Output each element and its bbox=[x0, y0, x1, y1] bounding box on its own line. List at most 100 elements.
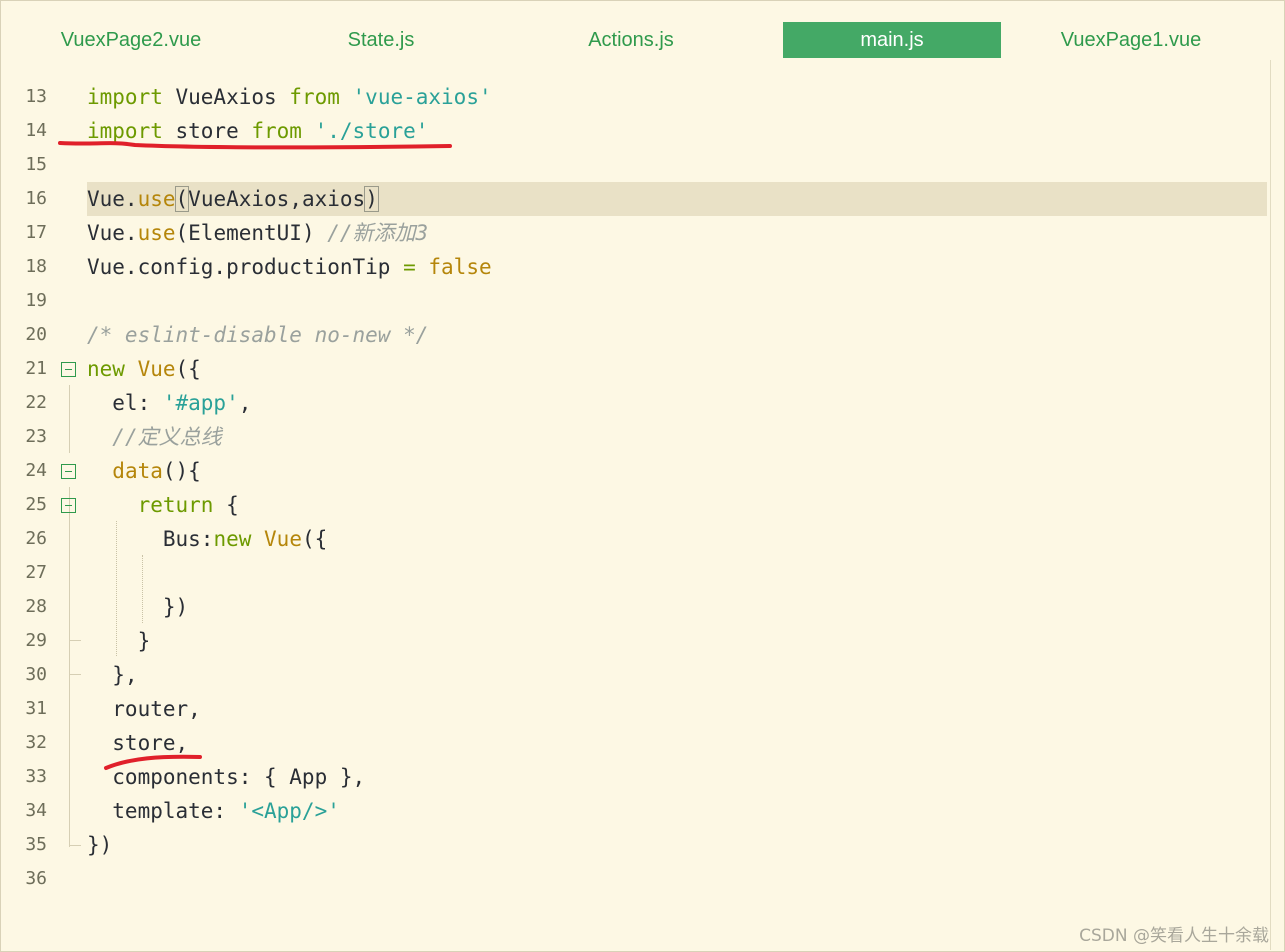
code-text: } bbox=[87, 624, 1267, 658]
watermark: CSDN @笑看人生十余载 bbox=[1079, 926, 1269, 946]
line-number: 21 bbox=[25, 358, 47, 379]
code-token: ( bbox=[174, 186, 190, 212]
code-line[interactable]: 31 router, bbox=[0, 692, 1270, 726]
code-line[interactable]: 22 el: '#app', bbox=[0, 386, 1270, 420]
code-line[interactable]: 13 import VueAxios from 'vue-axios' bbox=[0, 80, 1270, 114]
line-number: 27 bbox=[25, 562, 47, 583]
line-number: 15 bbox=[25, 154, 47, 175]
code-line[interactable]: 32 store, bbox=[0, 726, 1270, 760]
code-token: }, bbox=[87, 663, 138, 687]
code-line[interactable]: 34 template: '<App/>' bbox=[0, 794, 1270, 828]
code-line[interactable]: 14 import store from './store' bbox=[0, 114, 1270, 148]
code-editor[interactable]: 13 import VueAxios from 'vue-axios' 14 impo… bbox=[0, 80, 1270, 900]
code-token: VueAxios,axios bbox=[188, 187, 366, 211]
code-line[interactable]: 23 //定义总线 bbox=[0, 420, 1270, 454]
code-token: new bbox=[213, 527, 252, 551]
code-token: }) bbox=[87, 833, 113, 857]
fold-toggle-icon[interactable] bbox=[61, 498, 76, 513]
code-line[interactable]: 19 bbox=[0, 284, 1270, 318]
code-line[interactable]: 24 data(){ bbox=[0, 454, 1270, 488]
code-line[interactable]: 21 new Vue({ bbox=[0, 352, 1270, 386]
code-token: data bbox=[112, 459, 163, 483]
tab-vuexpage2[interactable]: VuexPage2.vue bbox=[28, 22, 234, 58]
code-token: /* eslint-disable no-new */ bbox=[87, 323, 429, 347]
fold-toggle-icon[interactable] bbox=[61, 464, 76, 479]
code-token: '<App/>' bbox=[238, 799, 340, 823]
code-line[interactable]: 20 /* eslint-disable no-new */ bbox=[0, 318, 1270, 352]
code-token: components: { App }, bbox=[87, 765, 366, 789]
line-number: 35 bbox=[25, 834, 47, 855]
code-token: (ElementUI) bbox=[175, 221, 328, 245]
code-token: import bbox=[87, 119, 163, 143]
code-token: }) bbox=[87, 595, 189, 619]
code-line[interactable]: 15 bbox=[0, 148, 1270, 182]
code-token: 'vue-axios' bbox=[352, 85, 492, 109]
code-token: ) bbox=[364, 186, 379, 212]
code-text: template: '<App/>' bbox=[87, 794, 1267, 828]
code-text: return { bbox=[87, 488, 1267, 522]
code-line[interactable]: 33 components: { App }, bbox=[0, 760, 1270, 794]
line-number: 22 bbox=[25, 392, 47, 413]
code-line[interactable]: 26 Bus:new Vue({ bbox=[0, 522, 1270, 556]
fold-toggle-icon[interactable] bbox=[61, 362, 76, 377]
tab-actions[interactable]: Actions.js bbox=[528, 22, 734, 58]
code-line[interactable]: 18 Vue.config.productionTip = false bbox=[0, 250, 1270, 284]
code-token: return bbox=[137, 493, 214, 517]
code-line[interactable]: 29 } bbox=[0, 624, 1270, 658]
code-token: , bbox=[238, 391, 252, 415]
tab-main[interactable]: main.js bbox=[783, 22, 1001, 58]
code-token: } bbox=[87, 629, 151, 653]
line-number: 25 bbox=[25, 494, 47, 515]
code-line[interactable]: 28 }) bbox=[0, 590, 1270, 624]
line-number: 36 bbox=[25, 868, 47, 889]
code-line[interactable]: 36 bbox=[0, 862, 1270, 896]
code-text: }, bbox=[87, 658, 1267, 692]
code-token: { bbox=[213, 493, 239, 517]
line-number: 33 bbox=[25, 766, 47, 787]
code-line[interactable]: 17 Vue.use(ElementUI) //新添加3 bbox=[0, 216, 1270, 250]
vertical-scrollbar[interactable] bbox=[1270, 60, 1285, 950]
code-token: '#app' bbox=[162, 391, 239, 415]
code-token: store bbox=[162, 119, 252, 143]
line-number: 31 bbox=[25, 698, 47, 719]
code-token: store, bbox=[87, 731, 189, 755]
code-text: Bus:new Vue({ bbox=[87, 522, 1267, 556]
line-number: 24 bbox=[25, 460, 47, 481]
code-token: (){ bbox=[162, 459, 201, 483]
code-line[interactable]: 16 Vue.use(VueAxios,axios) bbox=[0, 182, 1270, 216]
line-number: 19 bbox=[25, 290, 47, 311]
line-number: 17 bbox=[25, 222, 47, 243]
code-line[interactable]: 35}) bbox=[0, 828, 1270, 862]
code-text: }) bbox=[87, 590, 1267, 624]
code-line[interactable]: 30 }, bbox=[0, 658, 1270, 692]
code-token: el: bbox=[87, 391, 163, 415]
code-token: use bbox=[137, 221, 176, 245]
line-number: 34 bbox=[25, 800, 47, 821]
code-line[interactable]: 27 bbox=[0, 556, 1270, 590]
line-number: 28 bbox=[25, 596, 47, 617]
code-token: router, bbox=[87, 697, 201, 721]
tab-vuexpage1[interactable]: VuexPage1.vue bbox=[1028, 22, 1234, 58]
code-text: import store from './store' bbox=[87, 114, 1267, 148]
code-text: import VueAxios from 'vue-axios' bbox=[87, 80, 1267, 114]
code-token: false bbox=[428, 255, 492, 279]
code-token: //定义总线 bbox=[112, 425, 222, 449]
code-token: ({ bbox=[175, 357, 201, 381]
code-line[interactable]: 25 return { bbox=[0, 488, 1270, 522]
line-number: 16 bbox=[25, 188, 47, 209]
line-number: 30 bbox=[25, 664, 47, 685]
code-token: ({ bbox=[301, 527, 328, 551]
line-number: 29 bbox=[25, 630, 47, 651]
code-text: }) bbox=[87, 828, 1267, 862]
code-text: store, bbox=[87, 726, 1267, 760]
line-number: 18 bbox=[25, 256, 47, 277]
tab-state[interactable]: State.js bbox=[278, 22, 484, 58]
code-token: from bbox=[251, 119, 302, 143]
line-number: 20 bbox=[25, 324, 47, 345]
